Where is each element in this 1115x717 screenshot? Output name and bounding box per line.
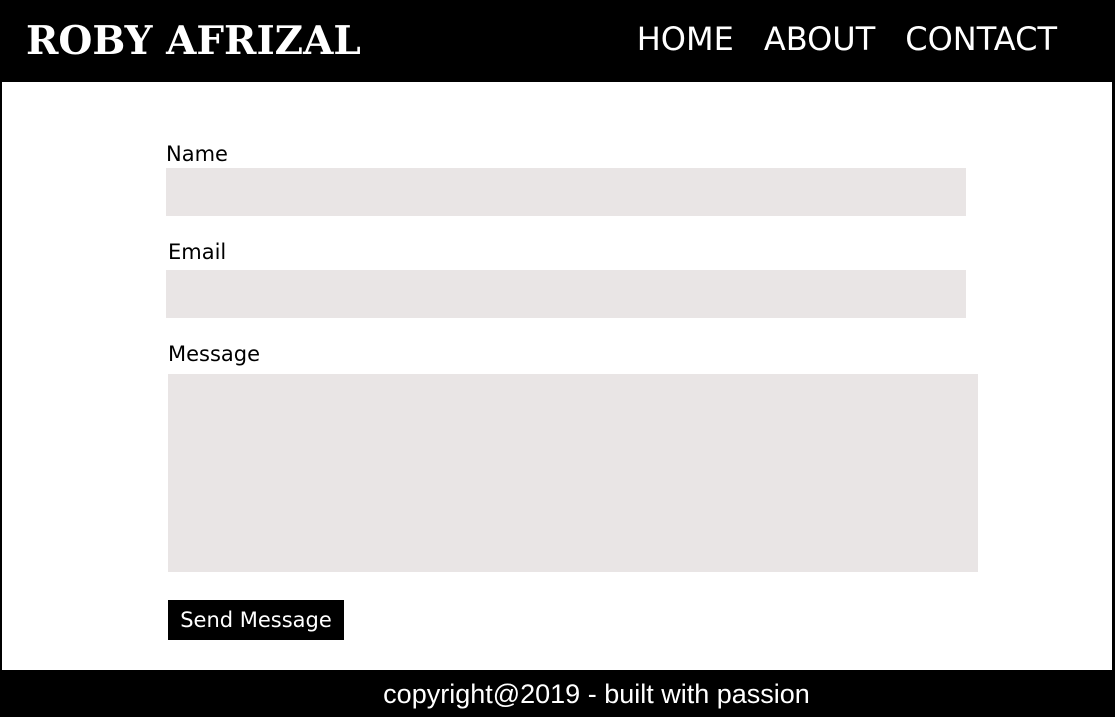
message-label: Message bbox=[168, 342, 261, 366]
email-input[interactable] bbox=[166, 270, 966, 318]
footer-copyright: copyright@2019 - built with passion bbox=[383, 679, 810, 709]
name-label: Name bbox=[166, 142, 228, 166]
site-brand[interactable]: ROBY AFRIZAL bbox=[26, 16, 361, 66]
send-message-button[interactable]: Send Message bbox=[168, 600, 344, 640]
site-footer: copyright@2019 - built with passion bbox=[0, 670, 1115, 717]
contact-page: ROBY AFRIZAL HOME ABOUT CONTACT Name Ema… bbox=[0, 0, 1115, 717]
contact-form-section: Name Email Message Send Message bbox=[2, 82, 1112, 670]
nav-contact-link[interactable]: CONTACT bbox=[905, 18, 1057, 60]
name-input[interactable] bbox=[166, 168, 966, 216]
nav-home-link[interactable]: HOME bbox=[637, 18, 734, 60]
message-textarea[interactable] bbox=[168, 374, 978, 572]
email-label: Email bbox=[168, 240, 227, 264]
nav-about-link[interactable]: ABOUT bbox=[764, 18, 875, 60]
main-nav: HOME ABOUT CONTACT bbox=[637, 18, 1057, 60]
site-header: ROBY AFRIZAL HOME ABOUT CONTACT bbox=[0, 0, 1115, 82]
